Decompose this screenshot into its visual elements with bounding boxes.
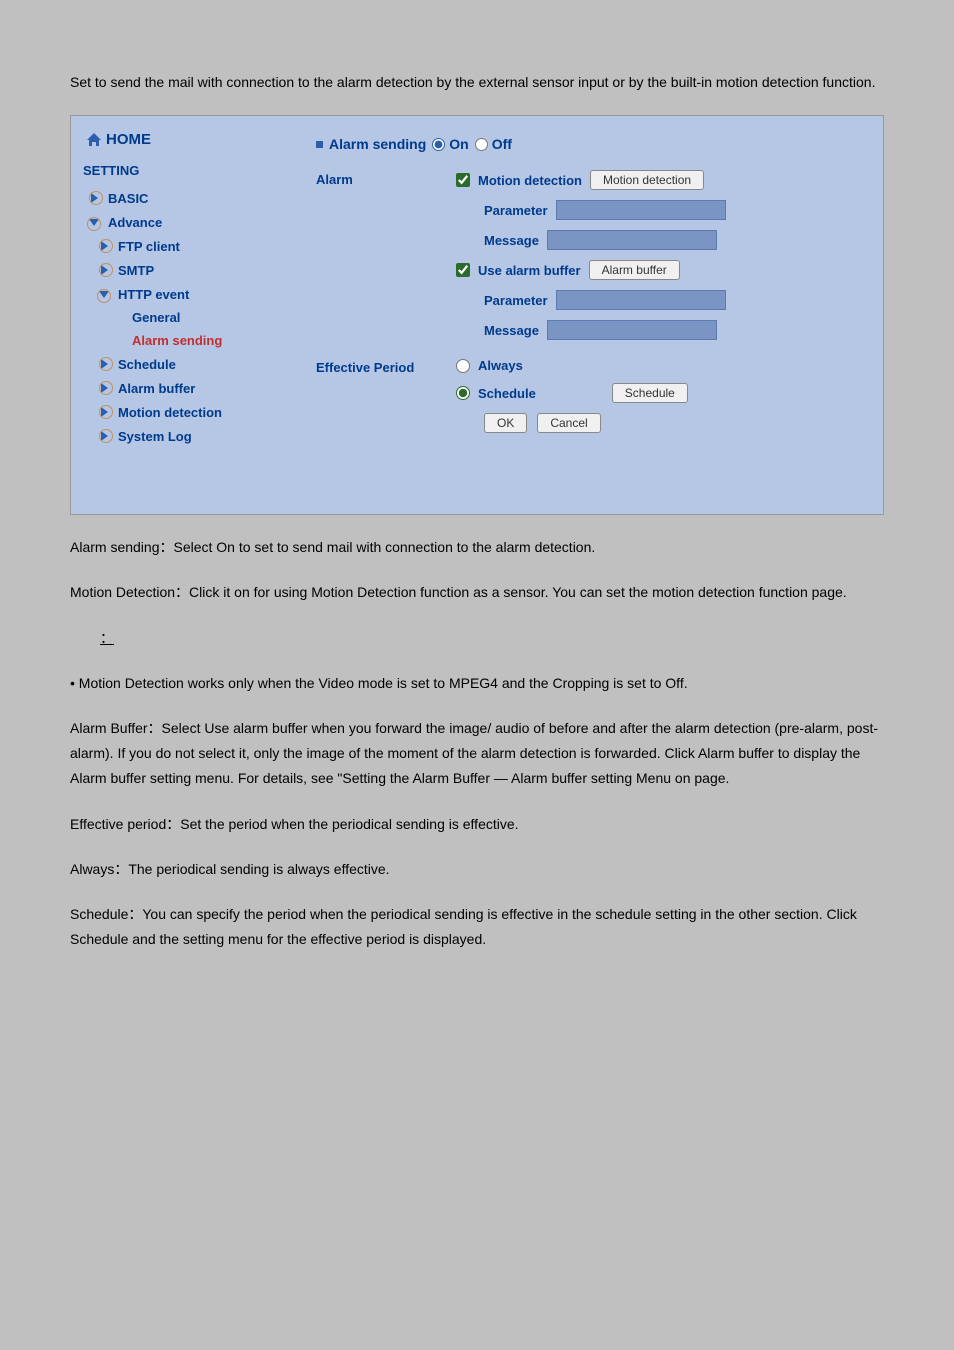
sidebar-item-label: Alarm buffer bbox=[118, 381, 195, 396]
sidebar-item-label: General bbox=[132, 310, 180, 325]
desc-alarm-sending: Alarm sending：Select On to set to send m… bbox=[70, 535, 884, 560]
arrow-right-icon bbox=[86, 190, 102, 206]
motion-detection-button[interactable]: Motion detection bbox=[590, 170, 704, 190]
parameter-input-1[interactable] bbox=[556, 200, 726, 220]
radio-on-wrap[interactable]: On bbox=[432, 136, 468, 152]
desc-alarm-buffer: Alarm Buffer：Select Use alarm buffer whe… bbox=[70, 716, 884, 792]
desc-note-bullet: • Motion Detection works only when the V… bbox=[70, 671, 884, 696]
motion-detection-label: Motion detection bbox=[478, 173, 582, 188]
intro-paragraph: Set to send the mail with connection to … bbox=[70, 70, 884, 95]
sidebar-item-schedule[interactable]: Schedule bbox=[91, 352, 281, 376]
arrow-right-icon bbox=[96, 404, 112, 420]
effective-period-label: Effective Period bbox=[316, 358, 456, 375]
radio-off[interactable] bbox=[475, 138, 488, 151]
sidebar-item-http-event[interactable]: HTTP event bbox=[91, 282, 281, 306]
alarm-label: Alarm bbox=[316, 170, 456, 187]
arrow-down-icon bbox=[96, 286, 112, 302]
arrow-down-icon bbox=[86, 214, 102, 230]
radio-on[interactable] bbox=[432, 138, 445, 151]
parameter-label-2: Parameter bbox=[484, 293, 548, 308]
desc-note-label: ： bbox=[70, 626, 884, 651]
desc-always: Always：The periodical sending is always … bbox=[70, 857, 884, 882]
use-alarm-buffer-label: Use alarm buffer bbox=[478, 263, 581, 278]
arrow-right-icon bbox=[96, 262, 112, 278]
sidebar-item-label: System Log bbox=[118, 429, 192, 444]
sidebar-item-label: Alarm sending bbox=[132, 333, 222, 348]
arrow-right-icon bbox=[96, 356, 112, 372]
radio-off-label: Off bbox=[492, 136, 512, 152]
arrow-right-icon bbox=[96, 428, 112, 444]
sidebar-item-alarm-buffer[interactable]: Alarm buffer bbox=[91, 376, 281, 400]
radio-off-wrap[interactable]: Off bbox=[475, 136, 512, 152]
sidebar-item-label: BASIC bbox=[108, 191, 148, 206]
radio-on-label: On bbox=[449, 136, 468, 152]
sidebar-item-motion-detection[interactable]: Motion detection bbox=[91, 400, 281, 424]
schedule-label: Schedule bbox=[478, 386, 536, 401]
sidebar-item-label: Advance bbox=[108, 215, 162, 230]
arrow-right-icon bbox=[96, 238, 112, 254]
parameter-input-2[interactable] bbox=[556, 290, 726, 310]
section-title-row: Alarm sending On Off bbox=[316, 136, 858, 152]
desc-schedule: Schedule：You can specify the period when… bbox=[70, 902, 884, 952]
message-input-1[interactable] bbox=[547, 230, 717, 250]
home-label: HOME bbox=[106, 131, 151, 148]
desc-motion-detection: Motion Detection：Click it on for using M… bbox=[70, 580, 884, 605]
alarm-row: Alarm Motion detection Motion detection … bbox=[316, 170, 858, 350]
always-radio[interactable] bbox=[456, 359, 470, 373]
motion-detection-checkbox[interactable] bbox=[456, 173, 470, 187]
cancel-button[interactable]: Cancel bbox=[537, 413, 600, 433]
sidebar-item-label: SMTP bbox=[118, 263, 154, 278]
schedule-button[interactable]: Schedule bbox=[612, 383, 688, 403]
home-link[interactable]: HOME bbox=[81, 131, 281, 148]
sidebar-item-basic[interactable]: BASIC bbox=[81, 186, 281, 210]
main-panel: Alarm sending On Off Alarm Motion detect… bbox=[291, 116, 883, 514]
always-label: Always bbox=[478, 358, 523, 373]
message-label-2: Message bbox=[484, 323, 539, 338]
use-alarm-buffer-checkbox[interactable] bbox=[456, 263, 470, 277]
sidebar: HOME SETTING BASIC Advance FTP client SM… bbox=[71, 116, 291, 514]
setting-heading: SETTING bbox=[83, 163, 281, 178]
desc-effective-period: Effective period：Set the period when the… bbox=[70, 812, 884, 837]
message-label-1: Message bbox=[484, 233, 539, 248]
sidebar-item-label: HTTP event bbox=[118, 287, 189, 302]
sidebar-item-label: Schedule bbox=[118, 357, 176, 372]
sidebar-item-alarm-sending[interactable]: Alarm sending bbox=[127, 329, 281, 352]
sidebar-item-label: FTP client bbox=[118, 239, 180, 254]
parameter-label-1: Parameter bbox=[484, 203, 548, 218]
arrow-right-icon bbox=[96, 380, 112, 396]
sidebar-item-smtp[interactable]: SMTP bbox=[91, 258, 281, 282]
section-title: Alarm sending bbox=[329, 136, 426, 152]
square-bullet-icon bbox=[316, 141, 323, 148]
sidebar-item-general[interactable]: General bbox=[127, 306, 281, 329]
sidebar-item-ftp-client[interactable]: FTP client bbox=[91, 234, 281, 258]
message-input-2[interactable] bbox=[547, 320, 717, 340]
sidebar-item-advance[interactable]: Advance bbox=[81, 210, 281, 234]
schedule-radio[interactable] bbox=[456, 386, 470, 400]
effective-period-row: Effective Period Always Schedule Schedul… bbox=[316, 358, 858, 433]
sidebar-item-system-log[interactable]: System Log bbox=[91, 424, 281, 448]
alarm-buffer-button[interactable]: Alarm buffer bbox=[589, 260, 680, 280]
home-icon bbox=[86, 133, 102, 147]
ok-button[interactable]: OK bbox=[484, 413, 527, 433]
app-window: HOME SETTING BASIC Advance FTP client SM… bbox=[70, 115, 884, 515]
sidebar-item-label: Motion detection bbox=[118, 405, 222, 420]
